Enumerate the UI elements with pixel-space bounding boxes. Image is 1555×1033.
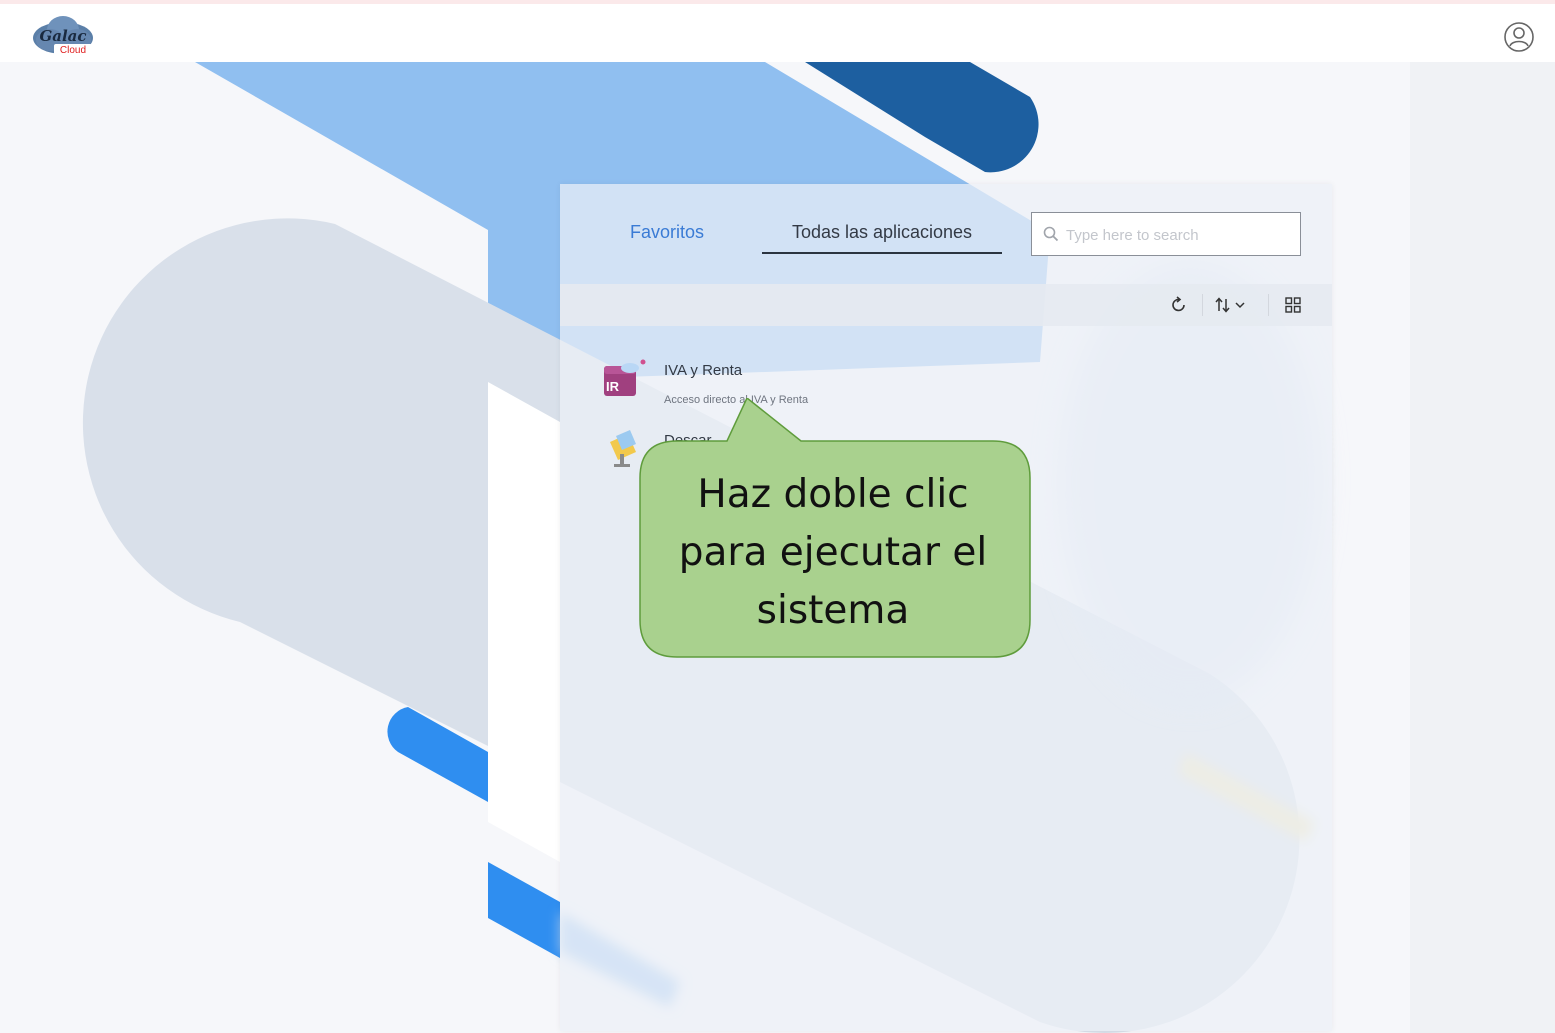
galac-cloud-logo[interactable]: Galac Cloud [30, 14, 96, 58]
toolbar-divider [1202, 294, 1203, 316]
tabs-header: Favoritos Todas las aplicaciones [560, 184, 1332, 284]
svg-text:IR: IR [606, 379, 620, 394]
tab-todas-las-aplicaciones[interactable]: Todas las aplicaciones [762, 222, 1002, 254]
callout-text: Haz doble clic para ejecutar el sistema [678, 472, 988, 633]
list-toolbar [560, 284, 1332, 326]
iva-renta-app-icon: IR [604, 359, 646, 396]
toolbar-divider [1268, 294, 1269, 316]
sort-icon[interactable] [1214, 294, 1254, 316]
tab-favoritos[interactable]: Favoritos [630, 222, 704, 243]
app-launcher-page: Galac Cloud Favoritos Todas las aplicaci… [0, 0, 1555, 1033]
top-bar: Galac Cloud [0, 4, 1555, 62]
search-input[interactable] [1064, 221, 1296, 249]
app-name: IVA y Renta [664, 362, 743, 379]
logo-text-top: Galac [39, 27, 86, 45]
grid-view-icon[interactable] [1282, 294, 1304, 316]
logo-text-bottom: Cloud [60, 45, 86, 56]
search-icon [1043, 226, 1059, 242]
tooltip-callout: Haz doble clic para ejecutar el sistema [637, 396, 1033, 660]
user-circle-icon[interactable] [1503, 21, 1535, 53]
search-box[interactable] [1031, 212, 1301, 256]
right-side-strip [1410, 62, 1555, 1033]
refresh-icon[interactable] [1168, 294, 1190, 316]
